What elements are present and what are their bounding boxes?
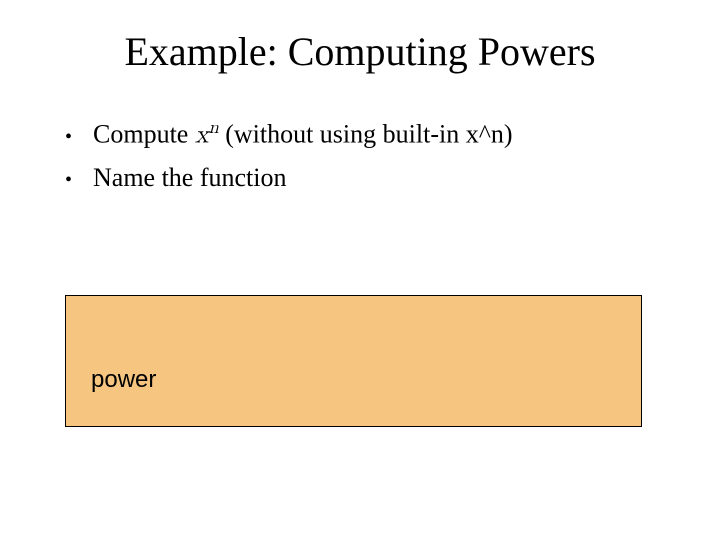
slide-title: Example: Computing Powers [0, 28, 720, 75]
math-exponent: n [209, 118, 219, 137]
bullet-item: • Compute xn (without using built-in x^n… [65, 115, 665, 155]
bullet-dot-icon: • [65, 164, 93, 196]
bullet-suffix: (without using built-in x^n) [219, 120, 513, 149]
bullet-prefix: Compute [93, 120, 195, 149]
bullet-text: Compute xn (without using built-in x^n) [93, 115, 513, 155]
slide: Example: Computing Powers • Compute xn (… [0, 0, 720, 540]
answer-text: power [91, 366, 156, 394]
bullet-list: • Compute xn (without using built-in x^n… [65, 115, 665, 201]
answer-box: power [65, 295, 642, 427]
math-base: x [195, 123, 209, 149]
bullet-text: Name the function [93, 159, 287, 197]
bullet-dot-icon: • [65, 121, 93, 153]
bullet-item: • Name the function [65, 159, 665, 197]
